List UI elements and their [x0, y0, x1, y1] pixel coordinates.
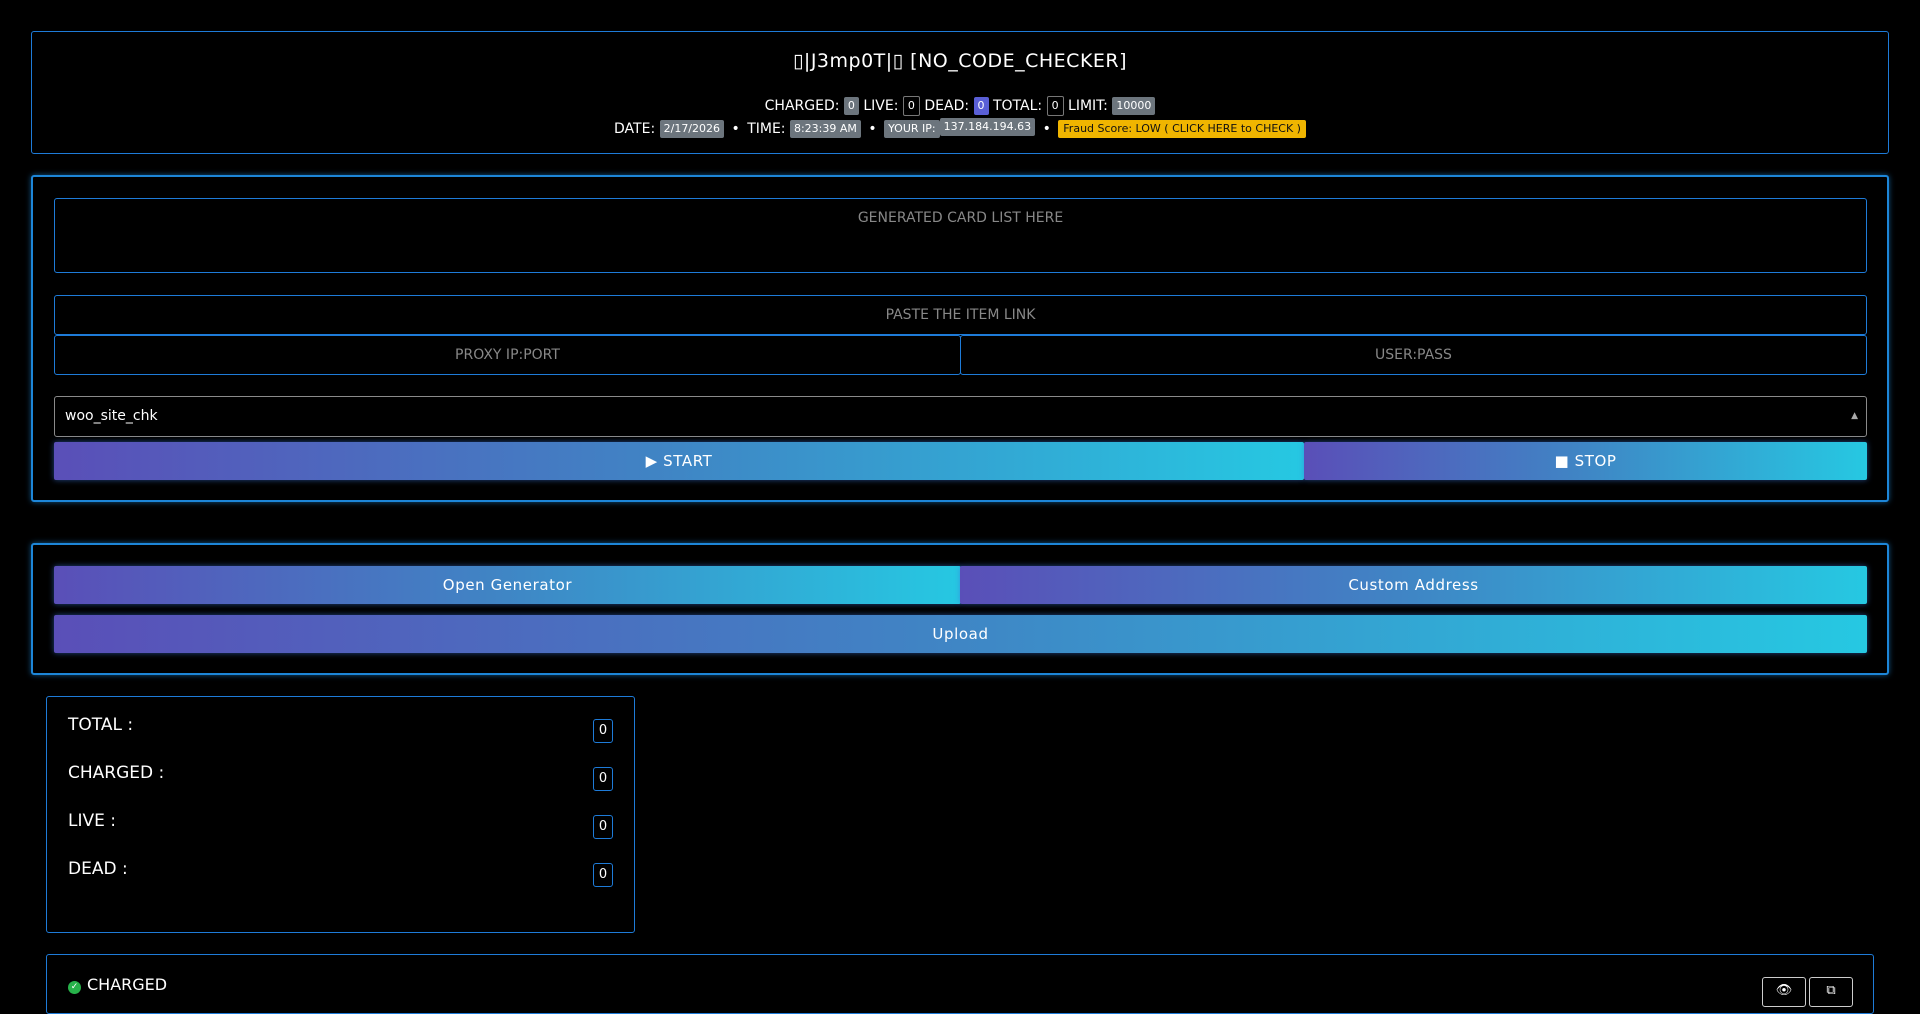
dead-count-badge: 0 [973, 97, 989, 115]
counter-line: CHARGED: 0 LIVE: 0 DEAD: 0 TOTAL: 0 LIMI… [32, 96, 1888, 116]
copy-button[interactable]: ⧉ [1809, 977, 1853, 1007]
stat-row-live: LIVE : 0 [68, 811, 613, 841]
total-count-badge: 0 [1046, 96, 1064, 116]
stat-value: 0 [593, 719, 613, 743]
bullet: • [1042, 121, 1051, 137]
live-label: LIVE: [863, 98, 899, 114]
limit-label: LIMIT: [1068, 98, 1108, 114]
check-circle-icon: ✓ [68, 981, 81, 994]
open-generator-button[interactable]: Open Generator [54, 566, 961, 604]
total-label: TOTAL: [992, 98, 1043, 114]
stat-label: TOTAL : [68, 715, 134, 735]
charged-label: CHARGED: [764, 98, 840, 114]
stop-button[interactable]: ■ STOP [1304, 442, 1867, 480]
toggle-visibility-button[interactable]: 👁 [1762, 977, 1806, 1007]
proxy-input[interactable]: PROXY IP:PORT [54, 335, 961, 375]
stats-panel: TOTAL : 0 CHARGED : 0 LIVE : 0 DEAD : 0 [46, 696, 635, 933]
stat-value: 0 [593, 767, 613, 791]
gate-select[interactable]: woo_site_chk ▲ [54, 396, 1867, 437]
charged-heading: ✓ CHARGED [68, 975, 167, 994]
stat-label: LIVE : [68, 811, 116, 831]
upload-button[interactable]: Upload [54, 615, 1867, 653]
dead-label: DEAD: [924, 98, 970, 114]
date-badge: 2/17/2026 [659, 120, 725, 138]
stat-row-total: TOTAL : 0 [68, 715, 613, 745]
tools-panel: Open Generator Custom Address Upload [31, 543, 1889, 675]
charged-count-badge: 0 [843, 97, 859, 115]
stat-value: 0 [593, 863, 613, 887]
info-line: DATE: 2/17/2026 • TIME: 8:23:39 AM • YOU… [32, 118, 1888, 138]
live-count-badge: 0 [902, 96, 920, 116]
card-list-textarea[interactable]: GENERATED CARD LIST HERE [54, 198, 1867, 273]
charged-results-panel: ✓ CHARGED 👁 ⧉ [46, 954, 1874, 1014]
custom-address-button[interactable]: Custom Address [960, 566, 1867, 604]
stat-label: CHARGED : [68, 763, 165, 783]
item-link-input[interactable]: PASTE THE ITEM LINK [54, 295, 1867, 335]
stat-value: 0 [593, 815, 613, 839]
limit-badge: 10000 [1112, 97, 1156, 115]
copy-icon: ⧉ [1826, 983, 1836, 998]
eye-slash-icon: 👁 [1775, 983, 1793, 998]
bullet: • [868, 121, 877, 137]
fraud-score-button[interactable]: Fraud Score: LOW ( CLICK HERE to CHECK ) [1058, 120, 1306, 138]
ip-label-badge: YOUR IP: [884, 120, 940, 138]
charged-title-text: CHARGED [87, 975, 168, 994]
ip-badge: 137.184.194.63 [939, 118, 1036, 136]
gate-select-value: woo_site_chk [65, 408, 158, 424]
proxy-auth-input[interactable]: USER:PASS [960, 335, 1867, 375]
time-label: TIME: [747, 121, 786, 137]
start-button[interactable]: ▶ START [54, 442, 1304, 480]
page-title: ▯|J3mp0T|▯ [NO_CODE_CHECKER] [792, 50, 1128, 72]
header-panel: ▯|J3mp0T|▯ [NO_CODE_CHECKER] CHARGED: 0 … [31, 31, 1889, 154]
stat-label: DEAD : [68, 859, 128, 879]
bullet: • [731, 121, 740, 137]
select-arrows-icon: ▲ [1851, 411, 1858, 421]
stat-row-charged: CHARGED : 0 [68, 763, 613, 793]
checker-panel: GENERATED CARD LIST HERE PASTE THE ITEM … [31, 175, 1889, 502]
date-label: DATE: [614, 121, 656, 137]
time-badge: 8:23:39 AM [789, 120, 861, 138]
stat-row-dead: DEAD : 0 [68, 859, 613, 889]
